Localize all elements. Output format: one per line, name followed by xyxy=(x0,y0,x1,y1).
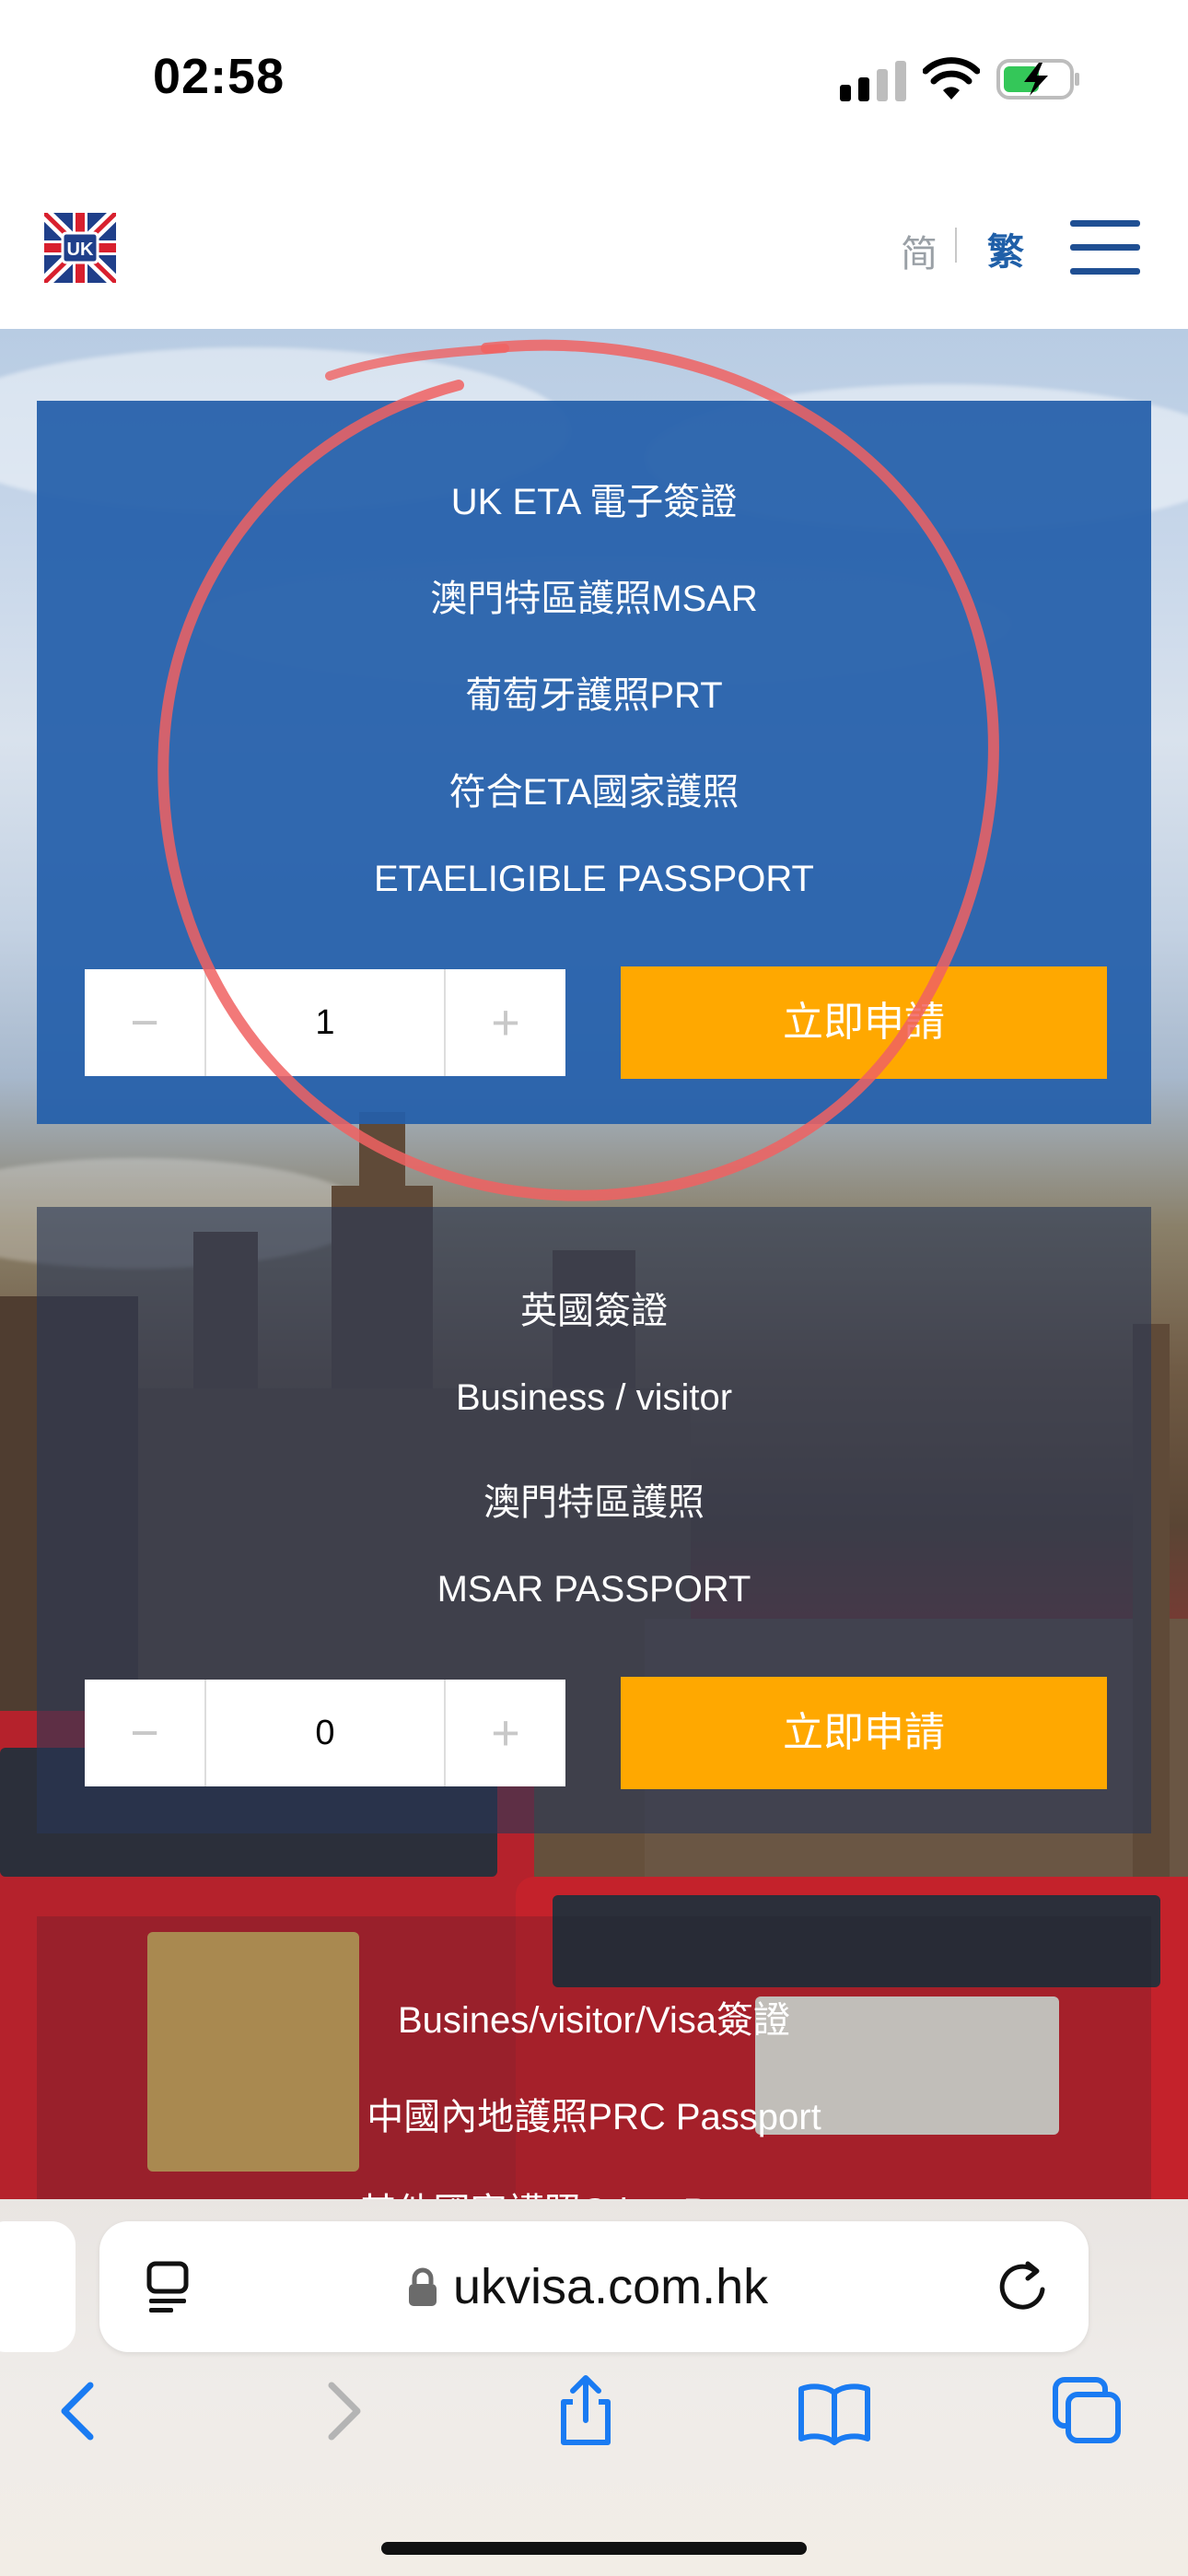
lang-simplified-link[interactable]: 简 xyxy=(901,224,938,277)
lang-traditional-link[interactable]: 繁 xyxy=(987,222,1024,275)
bookmarks-icon[interactable] xyxy=(798,2374,871,2448)
battery-charging-icon xyxy=(996,59,1079,100)
card-line: MSAR PASSPORT xyxy=(437,1569,751,1610)
menu-icon[interactable] xyxy=(1070,220,1140,275)
reload-icon[interactable] xyxy=(995,2258,1050,2313)
product-card-visa-other: Busines/visitor/Visa簽證 中國內地護照PRC Passpor… xyxy=(37,1916,1151,2232)
tabs-icon[interactable] xyxy=(1050,2374,1124,2448)
lock-icon xyxy=(409,2267,437,2306)
quantity-stepper: − 0 + xyxy=(85,1680,565,1786)
card-line: 澳門特區護照MSAR xyxy=(430,579,758,619)
apply-now-button[interactable]: 立即申請 xyxy=(621,1677,1107,1789)
card-title: Busines/visitor/Visa簽證 xyxy=(397,2000,791,2041)
card-line: Business / visitor xyxy=(455,1377,733,1418)
back-icon[interactable] xyxy=(44,2374,118,2448)
card-title: 英國簽證 xyxy=(520,1291,668,1331)
home-indicator xyxy=(381,2542,807,2555)
quantity-value[interactable]: 0 xyxy=(204,1680,446,1786)
share-icon[interactable] xyxy=(549,2374,623,2448)
browser-bottom-bar: ukvisa.com.hk xyxy=(0,2199,1188,2576)
card-line: 符合ETA國家護照 xyxy=(448,772,740,813)
quantity-value[interactable]: 1 xyxy=(204,969,446,1076)
site-header: UK 简 繁 xyxy=(0,161,1188,331)
card-line: 葡萄牙護照PRT xyxy=(465,675,723,716)
address-bar[interactable]: ukvisa.com.hk xyxy=(99,2221,1089,2352)
page-menu-icon[interactable] xyxy=(144,2260,193,2315)
status-time: 02:58 xyxy=(153,49,285,104)
increment-button[interactable]: + xyxy=(444,969,565,1076)
url-text[interactable]: ukvisa.com.hk xyxy=(453,2258,768,2315)
svg-text:UK: UK xyxy=(67,240,94,260)
status-bar: 02:58 xyxy=(0,0,1188,161)
wifi-icon xyxy=(923,57,980,100)
card-title: UK ETA 電子簽證 xyxy=(450,482,738,522)
lang-divider xyxy=(955,228,957,263)
increment-button[interactable]: + xyxy=(444,1680,565,1786)
forward-icon[interactable] xyxy=(304,2374,378,2448)
decrement-button[interactable]: − xyxy=(85,1680,206,1786)
uk-flag-logo[interactable]: UK xyxy=(44,213,116,283)
apply-now-button[interactable]: 立即申請 xyxy=(621,966,1107,1079)
card-line: ETAELIGIBLE PASSPORT xyxy=(374,859,814,899)
product-card-uk-eta: UK ETA 電子簽證 澳門特區護照MSAR 葡萄牙護照PRT 符合ETA國家護… xyxy=(37,401,1151,1124)
card-line: 澳門特區護照 xyxy=(483,1482,705,1523)
quantity-stepper: − 1 + xyxy=(85,969,565,1076)
product-card-uk-visa: 英國簽證 Business / visitor 澳門特區護照 MSAR PASS… xyxy=(37,1207,1151,1833)
decrement-button[interactable]: − xyxy=(85,969,206,1076)
cellular-signal-icon xyxy=(840,61,906,101)
card-line: 中國內地護照PRC Passport xyxy=(367,2097,821,2137)
previous-tab-preview[interactable] xyxy=(0,2221,76,2352)
